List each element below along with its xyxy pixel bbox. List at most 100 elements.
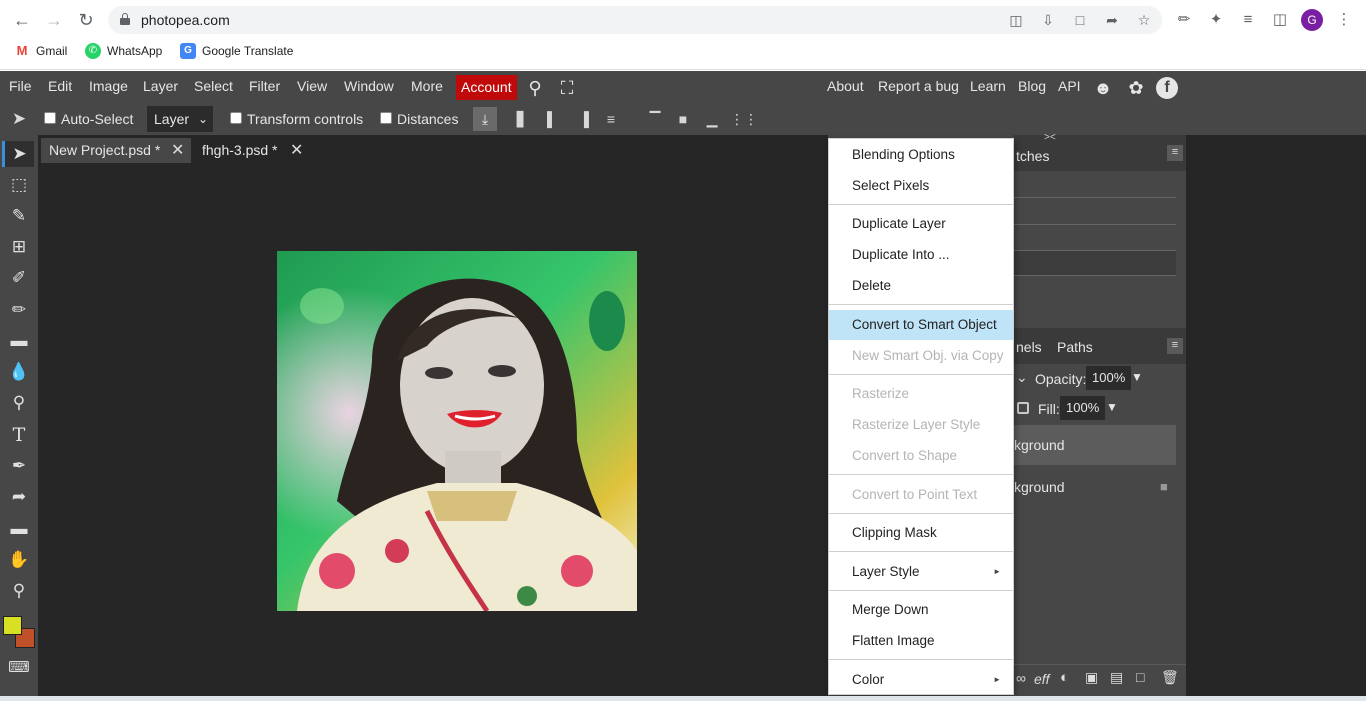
facebook-icon[interactable]: f: [1156, 77, 1178, 99]
reddit-icon[interactable]: ☻: [1092, 77, 1114, 99]
adjustment-layer-icon[interactable]: ◐: [1060, 669, 1069, 686]
tab-swatches[interactable]: tches: [1016, 148, 1049, 164]
foreground-color-swatch[interactable]: [3, 616, 22, 635]
auto-select-target-dropdown[interactable]: Layer ⌄: [147, 106, 213, 132]
clipboard-icon[interactable]: ◫: [1008, 12, 1024, 28]
close-icon[interactable]: ✕: [290, 138, 303, 163]
opacity-input[interactable]: 100%: [1086, 366, 1132, 390]
menu-item-merge-down[interactable]: Merge Down: [829, 595, 1013, 625]
menu-image[interactable]: Image: [89, 78, 128, 94]
bookmark-whatsapp[interactable]: ✆ WhatsApp: [85, 43, 162, 59]
media-queue-icon[interactable]: ≡: [1238, 10, 1258, 30]
search-icon[interactable]: ⚲: [524, 77, 546, 99]
menu-file[interactable]: File: [9, 78, 32, 94]
align-center-h-icon[interactable]: ▌: [543, 110, 561, 128]
new-group-icon[interactable]: ▤: [1110, 669, 1123, 686]
blur-tool-icon[interactable]: 💧: [5, 359, 33, 385]
distribute-v-icon[interactable]: ⋮⋮: [730, 110, 758, 128]
canvas-image[interactable]: [277, 251, 637, 611]
menu-window[interactable]: Window: [344, 78, 394, 94]
share-icon[interactable]: ➦: [1104, 12, 1120, 28]
distances-checkbox[interactable]: [380, 112, 392, 124]
blend-mode-chevron-icon[interactable]: ⌄: [1016, 369, 1028, 386]
profile-avatar[interactable]: G: [1301, 9, 1323, 31]
align-top-icon[interactable]: ▔: [646, 110, 664, 128]
url-text[interactable]: photopea.com: [141, 12, 230, 28]
bookmark-star-icon[interactable]: ☆: [1136, 12, 1152, 28]
pen-tool-icon[interactable]: ✒: [5, 453, 33, 479]
distribute-h-icon[interactable]: ≡: [602, 110, 620, 128]
healing-brush-tool-icon[interactable]: ✐: [5, 265, 33, 291]
side-panel-icon[interactable]: ◫: [1270, 10, 1290, 30]
path-select-tool-icon[interactable]: ➦: [5, 484, 33, 510]
tab-channels[interactable]: nels: [1016, 339, 1042, 355]
menu-item-delete[interactable]: Delete: [829, 271, 1013, 301]
close-icon[interactable]: ✕: [171, 138, 184, 163]
menu-item-blending-options[interactable]: Blending Options: [829, 140, 1013, 170]
menu-item-select-pixels[interactable]: Select Pixels: [829, 171, 1013, 201]
fill-dropdown-icon[interactable]: ▼: [1106, 400, 1118, 414]
menu-item-duplicate-into[interactable]: Duplicate Into ...: [829, 240, 1013, 270]
link-layers-icon[interactable]: ∞: [1016, 670, 1026, 686]
forward-arrow-icon[interactable]: →: [42, 8, 66, 32]
menu-item-duplicate-layer[interactable]: Duplicate Layer: [829, 209, 1013, 239]
delete-layer-icon[interactable]: 🗑: [1161, 669, 1179, 686]
back-arrow-icon[interactable]: ←: [10, 8, 34, 32]
kebab-menu-icon[interactable]: ⋮: [1334, 10, 1354, 30]
account-button[interactable]: Account: [456, 75, 517, 100]
collapse-icon[interactable]: ><: [1044, 132, 1056, 143]
align-left-icon[interactable]: ▋: [513, 110, 531, 128]
dodge-tool-icon[interactable]: ⚲: [5, 390, 33, 416]
transform-controls-checkbox[interactable]: [230, 112, 242, 124]
menu-filter[interactable]: Filter: [249, 78, 280, 94]
quick-select-tool-icon[interactable]: ✎: [5, 203, 33, 229]
crop-tool-icon[interactable]: ⊞: [5, 234, 33, 260]
layer-row[interactable]: kground ■: [1014, 467, 1176, 507]
menu-item-layer-style[interactable]: Layer Style ►: [829, 557, 1013, 587]
auto-select-checkbox[interactable]: [44, 112, 56, 124]
move-tool-icon[interactable]: ➤: [2, 141, 34, 167]
layer-row-selected[interactable]: kground: [1014, 425, 1176, 465]
marquee-tool-icon[interactable]: ⬚: [5, 172, 33, 198]
address-bar[interactable]: photopea.com ◫ ⇩ □ ➦ ☆: [108, 6, 1162, 34]
tab-paths[interactable]: Paths: [1057, 339, 1093, 355]
swatch-row[interactable]: [1014, 250, 1176, 276]
layer-effects-icon[interactable]: eff: [1034, 671, 1050, 687]
align-bottom-icon[interactable]: ▁: [703, 110, 721, 128]
panel-menu-icon[interactable]: ≡: [1167, 145, 1183, 161]
link-blog[interactable]: Blog: [1018, 78, 1046, 94]
puzzle-extensions-icon[interactable]: ✦: [1206, 10, 1226, 30]
zoom-tool-icon[interactable]: ⚲: [5, 578, 33, 604]
menu-more[interactable]: More: [411, 78, 443, 94]
lock-icon[interactable]: [120, 13, 130, 26]
twitter-icon[interactable]: ✿: [1125, 77, 1147, 99]
menu-edit[interactable]: Edit: [48, 78, 72, 94]
menu-view[interactable]: View: [297, 78, 327, 94]
fullscreen-icon[interactable]: ⛶: [556, 77, 578, 99]
panel-menu-icon[interactable]: ≡: [1167, 338, 1183, 354]
tab-fhgh-3[interactable]: fhgh-3.psd *: [194, 138, 286, 163]
rectangle-tool-icon[interactable]: ▬: [5, 516, 33, 542]
brush-tool-icon[interactable]: ✏: [5, 297, 33, 323]
link-learn[interactable]: Learn: [970, 78, 1006, 94]
download-icon[interactable]: ⤓: [473, 107, 497, 131]
fill-input[interactable]: 100%: [1060, 396, 1106, 420]
menu-item-color[interactable]: Color ►: [829, 665, 1013, 695]
lock-icon[interactable]: [1017, 402, 1029, 414]
bookmark-google-translate[interactable]: G Google Translate: [180, 43, 293, 59]
menu-select[interactable]: Select: [194, 78, 233, 94]
tab-new-project[interactable]: New Project.psd *: [41, 138, 191, 163]
move-tool-icon[interactable]: ➤: [10, 110, 28, 128]
link-about[interactable]: About: [827, 78, 864, 94]
link-report-bug[interactable]: Report a bug: [878, 78, 959, 94]
type-tool-icon[interactable]: T: [5, 422, 33, 448]
gradient-tool-icon[interactable]: ▬: [5, 328, 33, 354]
reload-icon[interactable]: ↻: [74, 8, 98, 32]
hand-tool-icon[interactable]: ✋: [5, 547, 33, 573]
eyedropper-extension-icon[interactable]: ✏: [1174, 10, 1194, 30]
install-icon[interactable]: ⇩: [1040, 12, 1056, 28]
menu-item-convert-to-smart-object[interactable]: Convert to Smart Object: [829, 310, 1013, 340]
menu-item-flatten-image[interactable]: Flatten Image: [829, 626, 1013, 656]
bookmark-gmail[interactable]: M Gmail: [14, 43, 67, 59]
menu-layer[interactable]: Layer: [143, 78, 178, 94]
